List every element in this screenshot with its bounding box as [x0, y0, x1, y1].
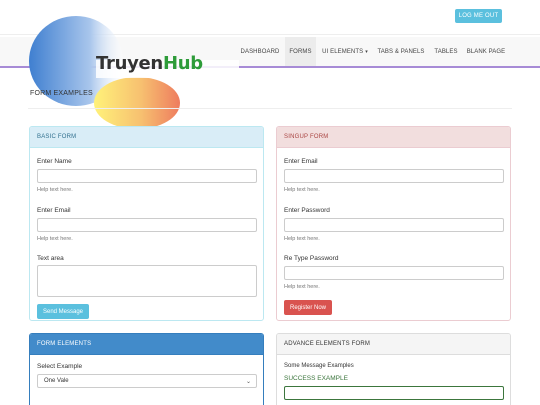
logo-text-part1: Truyen [96, 53, 163, 74]
chevron-down-icon: ▾ [365, 48, 368, 55]
advance-form-heading: ADVANCE ELEMENTS FORM [277, 334, 510, 355]
textarea-label: Text area [37, 255, 64, 262]
nav-item-blank-page[interactable]: BLANK PAGE [465, 37, 507, 66]
signup-form-panel: SINGUP FORM Enter Email Help text here. … [276, 126, 511, 321]
advance-elements-panel: ADVANCE ELEMENTS FORM Some Message Examp… [276, 333, 511, 405]
retype-password-input[interactable] [284, 266, 504, 280]
chevron-down-icon: ⌄ [245, 379, 251, 385]
name-help-text: Help text here. [37, 187, 73, 193]
signup-email-help-text: Help text here. [284, 187, 320, 193]
title-divider [28, 108, 512, 109]
nav-item-tables[interactable]: TABLES [432, 37, 460, 66]
brand-logo[interactable]: TruyenHub [26, 14, 241, 129]
name-input[interactable] [37, 169, 257, 183]
logout-button[interactable]: LOG ME OUT [455, 9, 502, 23]
success-input[interactable] [284, 386, 504, 400]
page-title: FORM EXAMPLES [30, 90, 93, 97]
nav-item-ui-elements-label: UI ELEMENTS [322, 48, 364, 55]
register-now-button[interactable]: Register Now [284, 300, 332, 315]
example-select[interactable]: One Vale ⌄ [37, 374, 257, 388]
email-label: Enter Email [37, 207, 71, 214]
password-help-text: Help text here. [284, 236, 320, 242]
nav-item-dashboard[interactable]: DASHBOARD [237, 37, 283, 66]
signup-email-input[interactable] [284, 169, 504, 183]
basic-form-heading: BASIC FORM [30, 127, 263, 148]
message-examples-label: Some Message Examples [284, 363, 354, 369]
logo-text-part2: Hub [162, 53, 203, 74]
retype-password-label: Re Type Password [284, 255, 339, 262]
select-example-label: Select Example [37, 363, 83, 370]
signup-email-label: Enter Email [284, 158, 318, 165]
nav-item-forms[interactable]: FORMS [285, 37, 316, 66]
name-label: Enter Name [37, 158, 72, 165]
success-example-label: SUCCESS EXAMPLE [284, 375, 348, 382]
basic-form-panel: BASIC FORM Enter Name Help text here. En… [29, 126, 264, 321]
signup-form-heading: SINGUP FORM [277, 127, 510, 148]
password-input[interactable] [284, 218, 504, 232]
password-label: Enter Password [284, 207, 330, 214]
nav-item-tabs-panels[interactable]: TABS & PANELS [376, 37, 426, 66]
form-elements-heading: FORM ELEMENTS [30, 334, 263, 355]
send-message-button[interactable]: Send Message [37, 304, 89, 319]
form-elements-panel: FORM ELEMENTS Select Example One Vale ⌄ [29, 333, 264, 405]
retype-password-help-text: Help text here. [284, 284, 320, 290]
nav-item-ui-elements[interactable]: UI ELEMENTS ▾ [320, 37, 370, 66]
message-textarea[interactable] [37, 265, 257, 297]
email-input[interactable] [37, 218, 257, 232]
select-value: One Vale [44, 378, 69, 384]
email-help-text: Help text here. [37, 236, 73, 242]
logo-wordmark: TruyenHub [96, 53, 203, 74]
